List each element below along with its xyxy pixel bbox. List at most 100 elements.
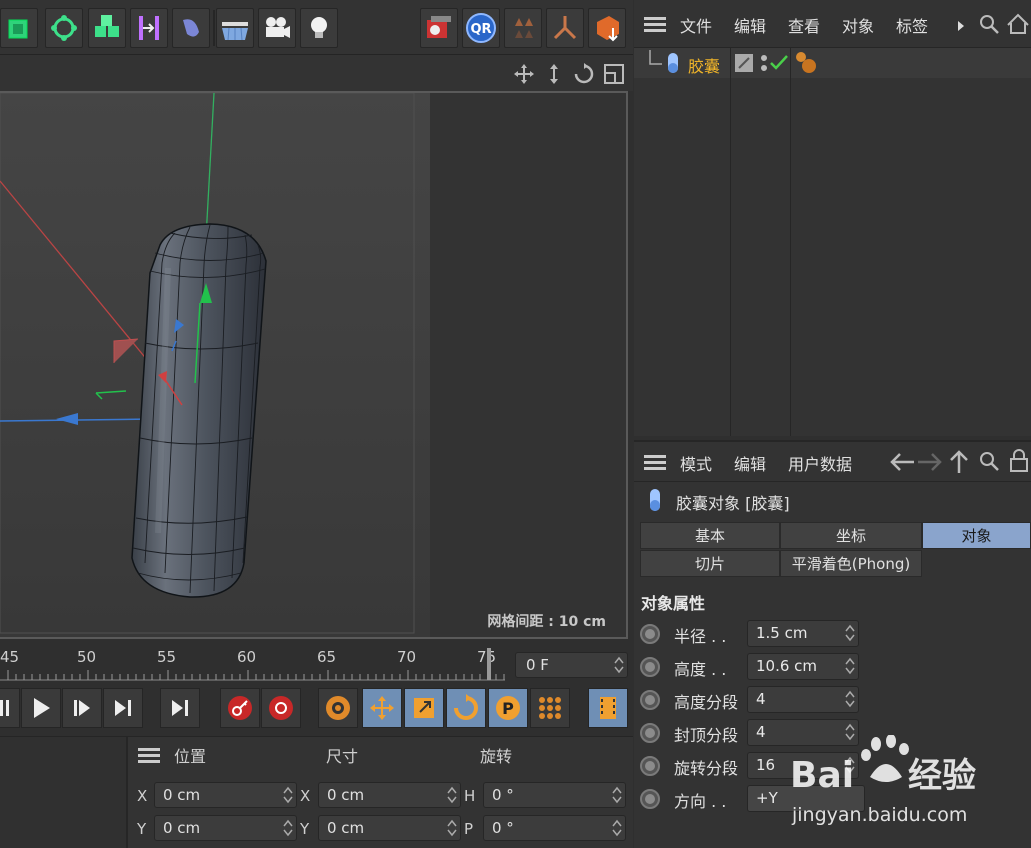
array-cloner-icon[interactable] [88, 8, 126, 48]
timeline-tick-label: 65 [317, 648, 337, 666]
animate-toggle[interactable] [640, 690, 660, 710]
height-segments-field[interactable]: 4 [747, 686, 859, 713]
home-icon[interactable] [1006, 13, 1030, 35]
more-menu-arrow-icon[interactable] [956, 20, 966, 32]
animate-toggle[interactable] [640, 723, 660, 743]
tab-phong[interactable]: 平滑着色(Phong) [780, 550, 922, 577]
layer-icon[interactable] [734, 53, 754, 73]
tab-slice[interactable]: 切片 [640, 550, 780, 577]
material-tag-icon[interactable] [794, 50, 820, 76]
deformer-bend-icon[interactable] [130, 8, 168, 48]
camera-icon[interactable] [258, 8, 296, 48]
rotation-h-field[interactable]: 0 ° [483, 782, 626, 808]
spinner-icon[interactable] [845, 624, 855, 642]
parameter-key-button[interactable]: P [488, 688, 528, 728]
position-key-button[interactable] [362, 688, 402, 728]
point-level-key-button[interactable] [530, 688, 570, 728]
up-arrow-icon[interactable] [948, 449, 970, 475]
spinner-icon[interactable] [447, 786, 457, 804]
light-icon[interactable] [300, 8, 338, 48]
playhead[interactable] [484, 648, 494, 680]
menu-file[interactable]: 文件 [680, 13, 712, 37]
spinner-icon[interactable] [612, 786, 622, 804]
back-arrow-icon[interactable] [888, 451, 916, 473]
size-x-field[interactable]: 0 cm [318, 782, 461, 808]
viewport-scene[interactable] [0, 93, 626, 637]
property-value: 10.6 cm [756, 657, 818, 675]
next-key-button[interactable] [103, 688, 143, 728]
3d-viewport[interactable]: 网格间距 : 10 cm [0, 91, 628, 639]
next-frame-button[interactable] [62, 688, 102, 728]
menu-edit[interactable]: 编辑 [734, 451, 766, 475]
subdivision-icon[interactable] [45, 8, 83, 48]
spinner-icon[interactable] [283, 786, 293, 804]
spinner-icon[interactable] [612, 819, 622, 837]
export-object-icon[interactable] [588, 8, 626, 48]
forward-arrow-icon[interactable] [916, 451, 944, 473]
floor-icon[interactable] [216, 8, 254, 48]
rotation-p-field[interactable]: 0 ° [483, 815, 626, 841]
timeline-window-button[interactable] [588, 688, 628, 728]
spinner-icon[interactable] [447, 819, 457, 837]
object-row-capsule[interactable]: 胶囊 [634, 48, 1031, 78]
qr-plugin-icon[interactable]: QR [462, 8, 500, 48]
height-field[interactable]: 10.6 cm [747, 653, 859, 680]
rotation-key-button[interactable] [446, 688, 486, 728]
hamburger-menu-icon[interactable] [644, 454, 666, 472]
record-keys-button[interactable] [220, 688, 260, 728]
search-icon[interactable] [978, 13, 1000, 35]
spinner-icon[interactable] [845, 690, 855, 708]
animate-toggle[interactable] [640, 624, 660, 644]
timeline-ticks [0, 670, 505, 681]
spinner-icon[interactable] [283, 819, 293, 837]
joint-icon[interactable] [546, 8, 584, 48]
property-height: 高度 . . 10.6 cm [640, 653, 1030, 681]
timeline-tick-label: 45 [0, 648, 20, 666]
animate-toggle[interactable] [640, 756, 660, 776]
object-name[interactable]: 胶囊 [688, 53, 720, 77]
play-button[interactable] [21, 688, 61, 728]
menu-tags[interactable]: 标签 [896, 13, 928, 37]
goto-end-button[interactable] [160, 688, 200, 728]
animate-toggle[interactable] [640, 789, 660, 809]
menu-object[interactable]: 对象 [842, 13, 874, 37]
keyframe-selection-button[interactable] [318, 688, 358, 728]
position-y-field[interactable]: 0 cm [154, 815, 297, 841]
cube-primitive-icon[interactable] [0, 8, 38, 48]
ffd-deformer-icon[interactable] [172, 8, 210, 48]
spinner-icon[interactable] [614, 656, 624, 674]
hamburger-menu-icon[interactable] [644, 16, 666, 34]
lock-icon[interactable] [1008, 449, 1030, 473]
position-y-value: 0 cm [163, 819, 201, 837]
spline-points-icon[interactable] [504, 8, 542, 48]
property-value: 4 [756, 690, 766, 708]
tab-coordinates[interactable]: 坐标 [780, 522, 922, 549]
current-frame-field[interactable]: 0 F [515, 652, 628, 678]
autokey-button[interactable] [261, 688, 301, 728]
menu-edit[interactable]: 编辑 [734, 13, 766, 37]
size-y-value: 0 cm [327, 819, 365, 837]
menu-mode[interactable]: 模式 [680, 451, 712, 475]
spinner-icon[interactable] [845, 657, 855, 675]
menu-user-data[interactable]: 用户数据 [788, 451, 852, 475]
tab-object[interactable]: 对象 [922, 522, 1031, 549]
visibility-dots-icon[interactable] [759, 53, 791, 73]
animate-toggle[interactable] [640, 657, 660, 677]
scale-key-button[interactable] [404, 688, 444, 728]
size-y-field[interactable]: 0 cm [318, 815, 461, 841]
hamburger-menu-icon[interactable] [138, 747, 160, 765]
property-label: 旋转分段 [674, 759, 739, 778]
tab-basic[interactable]: 基本 [640, 522, 780, 549]
maximize-view-icon[interactable] [602, 62, 626, 86]
menu-view[interactable]: 查看 [788, 13, 820, 37]
position-x-field[interactable]: 0 cm [154, 782, 297, 808]
render-settings-icon[interactable] [420, 8, 458, 48]
zoom-view-icon[interactable] [542, 62, 566, 86]
play-backwards-button[interactable] [0, 688, 20, 728]
rotate-view-icon[interactable] [572, 62, 596, 86]
pan-view-icon[interactable] [512, 62, 536, 86]
radius-field[interactable]: 1.5 cm [747, 620, 859, 647]
section-title: 对象属性 [641, 594, 706, 613]
search-icon[interactable] [978, 450, 1000, 472]
capsule-object[interactable] [131, 223, 267, 598]
